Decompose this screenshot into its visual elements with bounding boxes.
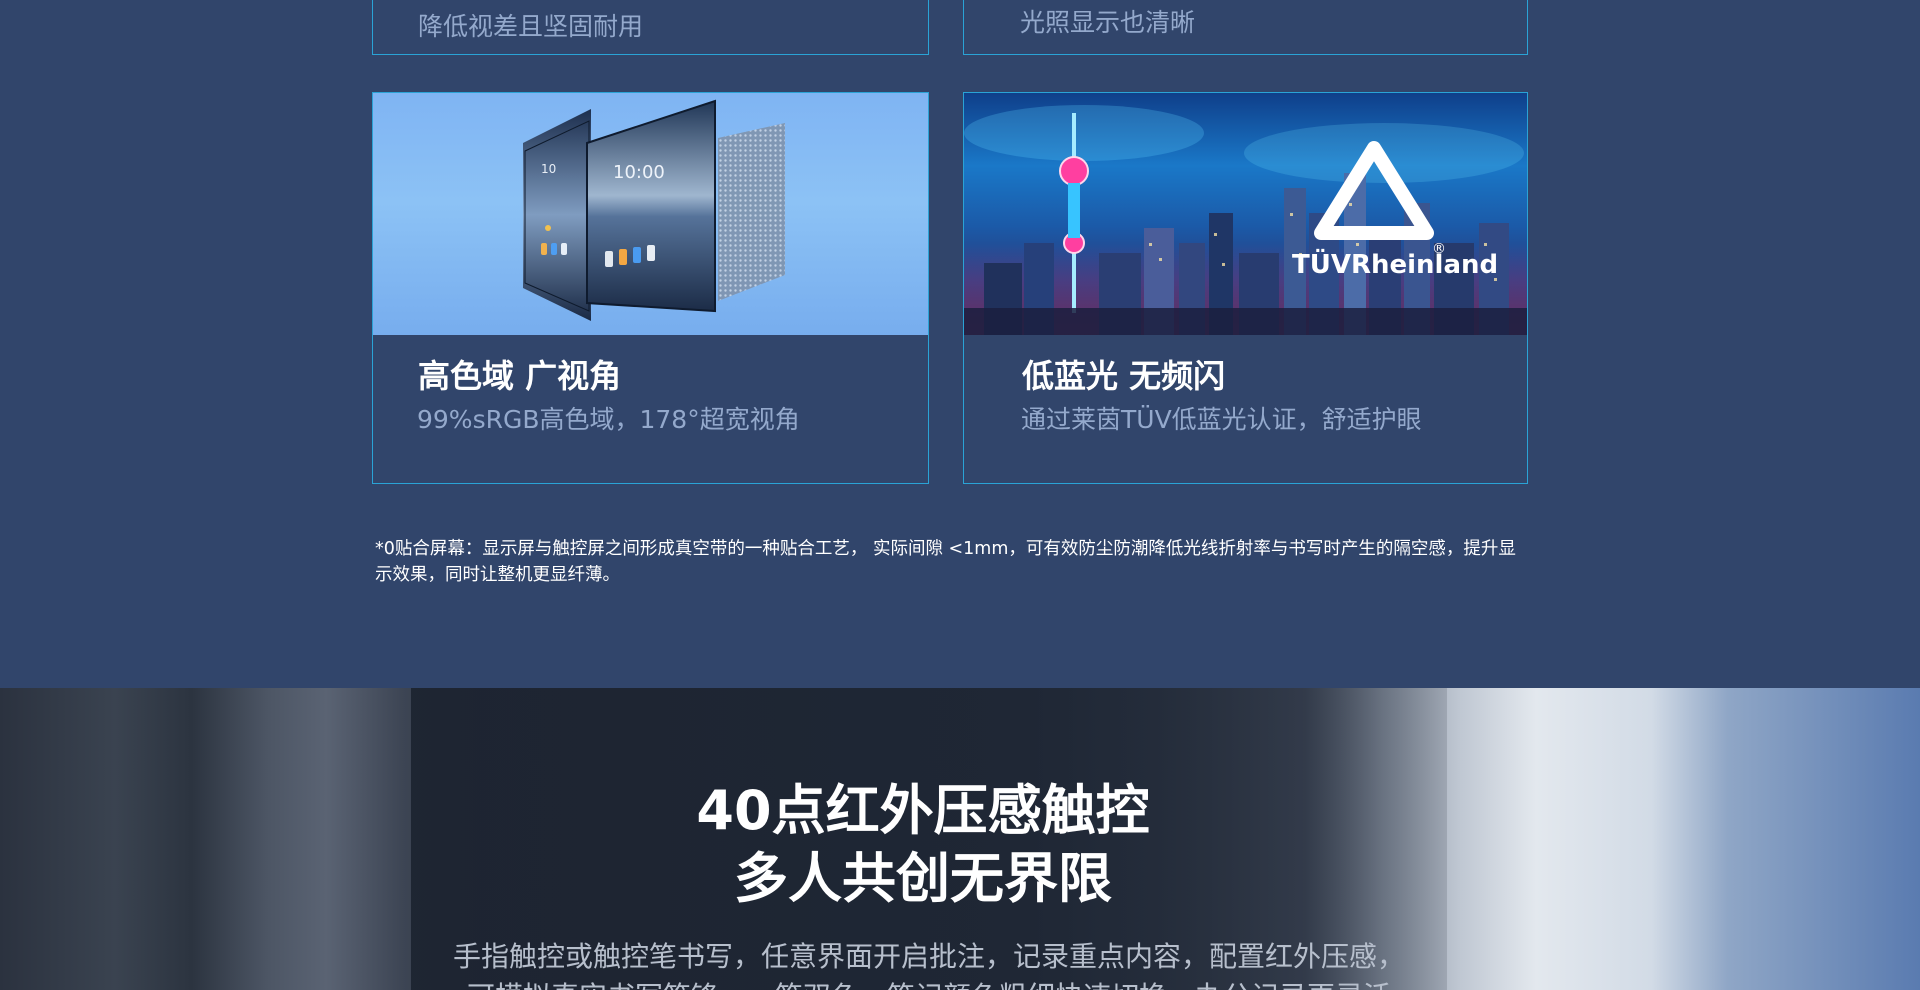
- feature-card-bonding-desc: 降低视差且坚固耐用: [418, 12, 644, 41]
- bonding-footnote: *0贴合屏幕：显示屏与触控屏之间形成真空带的一种贴合工艺， 实际间隙 <1mm，…: [375, 539, 1516, 585]
- feature-card-brightness-desc: 光照显示也清晰: [1020, 8, 1196, 37]
- feature-card-color-gamut: 10 10:00 高色域 广视角 99%sRGB高色域，178°超宽视角: [372, 92, 929, 484]
- svg-text:10: 10: [541, 162, 556, 176]
- feature-card-low-blue-light: TÜVRheinland ® 低蓝光 无频闪 通过莱茵TÜV低蓝光认证，舒适护眼: [963, 92, 1528, 484]
- color-gamut-desc: 99%sRGB高色域，178°超宽视角: [417, 405, 800, 434]
- feature-card-brightness: 光照显示也清晰: [963, 0, 1528, 55]
- city-skyline-image: TÜVRheinland ®: [964, 93, 1527, 335]
- tuv-logo-text: TÜVRheinland: [1292, 247, 1498, 280]
- touch-section-desc-line1: 手指触控或触控笔书写，任意界面开启批注，记录重点内容，配置红外压感，: [452, 940, 1405, 973]
- layered-screens-illustration: 10 10:00: [523, 99, 785, 321]
- features-section: 降低视差且坚固耐用 光照显示也清晰 10 10:00 高色域 广视角 99%sR…: [0, 0, 1920, 688]
- page: 降低视差且坚固耐用 光照显示也清晰 10 10:00 高色域 广视角 99%sR…: [0, 0, 1920, 990]
- feature-card-bonding: 降低视差且坚固耐用: [372, 0, 929, 55]
- skyline-illustration: TÜVRheinland ®: [964, 105, 1527, 335]
- color-gamut-title: 高色域 广视角: [418, 357, 622, 395]
- screen-clock: 10:00: [613, 162, 665, 183]
- registered-mark: ®: [1432, 241, 1446, 257]
- touch-section-desc-line2: 可模拟真实书写笔锋，一笔双色，笔记颜色粗细快速切换，办公记录更灵活: [411, 977, 1447, 990]
- touch-section-title-line1: 40点红外压感触控: [696, 779, 1150, 842]
- low-blue-light-title: 低蓝光 无频闪: [1022, 357, 1226, 395]
- touch-section-title-line2: 多人共创无界限: [734, 847, 1112, 910]
- touch-section: 40点红外压感触控 多人共创无界限 手指触控或触控笔书写，任意界面开启批注，记录…: [0, 688, 1920, 990]
- color-gamut-image: 10 10:00: [373, 93, 928, 335]
- low-blue-light-desc: 通过莱茵TÜV低蓝光认证，舒适护眼: [1021, 405, 1422, 434]
